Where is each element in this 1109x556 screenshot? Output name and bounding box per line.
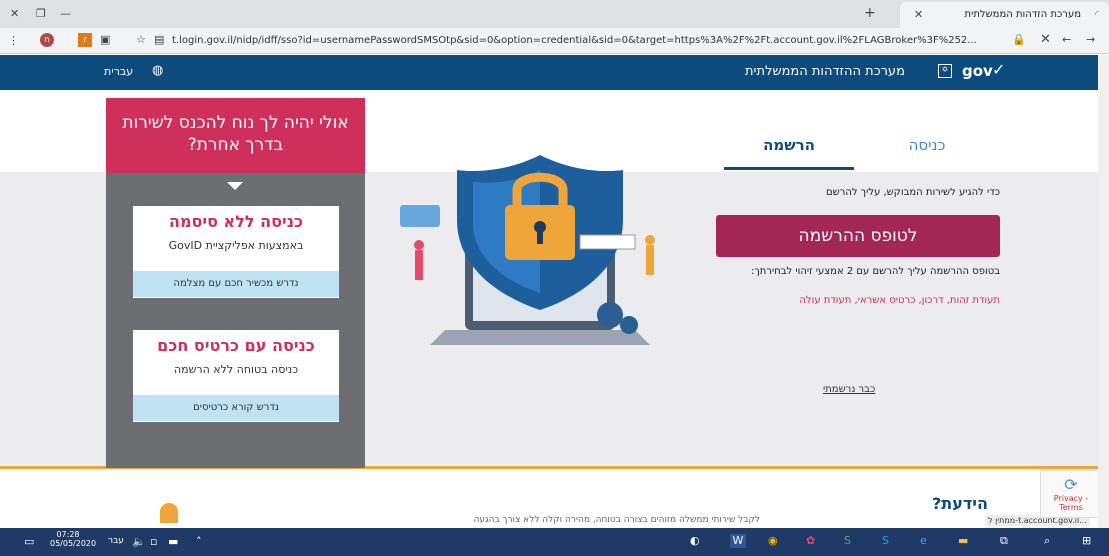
clock[interactable]: 07:28 05/05/2020: [50, 530, 97, 548]
skype-icon[interactable]: S: [882, 534, 889, 548]
gov-logo[interactable]: gov: [962, 62, 993, 80]
url-input[interactable]: t.login.gov.il/nidp/idff/sso?id=username…: [172, 32, 1010, 50]
passwordless-card[interactable]: כניסה ללא סיסמה באמצעות אפליקציית GovID …: [133, 206, 339, 298]
extension-icon[interactable]: r: [78, 33, 92, 47]
language-link[interactable]: עברית: [104, 65, 133, 78]
extension2-icon[interactable]: ▣: [100, 33, 110, 47]
windows-start-icon[interactable]: ⊞: [1082, 534, 1091, 548]
close-window-icon[interactable]: ✕: [10, 7, 19, 21]
already-registered-link[interactable]: כבר נרשמתי: [823, 384, 875, 395]
app2-icon[interactable]: ✿: [806, 534, 815, 548]
smartcard-card[interactable]: כניסה עם כרטיס חכם כניסה בטוחה ללא הרשמה…: [133, 330, 339, 422]
taskbar: ▭ 07:28 05/05/2020 עבר 🔈 ▫ ▬ ˄ ◐ W ◉ ✿ S…: [0, 528, 1109, 556]
restore-window-icon[interactable]: ❐: [36, 7, 46, 21]
profile-avatar-icon[interactable]: n: [40, 33, 54, 47]
star-icon[interactable]: ☆: [136, 33, 146, 47]
search-icon[interactable]: ⌕: [1044, 534, 1050, 548]
card-subtitle: באמצעות אפליקציית GovID: [168, 239, 304, 252]
browser-tab[interactable]: ◜ מערכת הזדהות הממשלתית ✕: [900, 2, 1109, 28]
recaptcha-icon: ⟳: [1064, 475, 1078, 494]
network-icon[interactable]: ▫: [150, 535, 157, 549]
menu-icon[interactable]: ⋮: [8, 34, 19, 48]
close-icon[interactable]: ✕: [1040, 33, 1051, 47]
scrollbar[interactable]: [1098, 55, 1109, 528]
folder-icon[interactable]: ▬: [958, 534, 968, 548]
back-icon[interactable]: ←: [1062, 33, 1071, 47]
show-hidden-icon[interactable]: ˄: [196, 535, 202, 549]
minimize-window-icon[interactable]: —: [60, 7, 71, 21]
tab-register[interactable]: הרשמה: [724, 136, 854, 170]
card-subtitle: כניסה בטוחה ללא הרשמה: [173, 363, 299, 376]
card-title: כניסה עם כרטיס חכם: [157, 336, 315, 355]
check-icon: ✓: [992, 60, 1006, 79]
loading-icon: ◜: [1094, 8, 1099, 21]
app-icon[interactable]: ◐: [690, 534, 700, 548]
app3-icon[interactable]: S: [844, 534, 851, 548]
edge-icon[interactable]: e: [920, 534, 927, 548]
did-you-know-title: הידעת?: [932, 494, 988, 513]
battery-icon[interactable]: ▬: [168, 535, 178, 549]
recaptcha-text: Privacy - Terms: [1053, 494, 1089, 512]
time: 07:28: [56, 530, 80, 539]
volume-icon[interactable]: 🔈: [132, 535, 146, 549]
registration-form-button[interactable]: לטופס ההרשמה: [716, 215, 1000, 257]
register-intro: כדי להגיע לשירות המבוקש, עליך להרשם: [826, 187, 1000, 198]
card-title: כניסה ללא סיסמה: [168, 212, 304, 231]
site-title: מערכת ההזדהות הממשלתית: [745, 64, 905, 79]
keyboard-language[interactable]: עבר: [108, 536, 124, 546]
globe-icon[interactable]: ◍: [152, 63, 163, 78]
recaptcha-badge[interactable]: ⟳ Privacy - Terms: [1040, 470, 1102, 518]
tab-login[interactable]: כניסה: [862, 136, 992, 170]
arrow-down-icon: [227, 182, 243, 190]
word-icon[interactable]: W: [730, 534, 746, 548]
forward-icon[interactable]: →: [1086, 33, 1095, 47]
alternative-login-title: אולי יהיה לך נוח להכנס לשירות בדרך אחרת?: [106, 98, 365, 173]
lock-icon: 🔒: [1012, 33, 1026, 46]
chrome-icon[interactable]: ◉: [768, 534, 778, 548]
date: 05/05/2020: [50, 539, 97, 548]
card-requirement: נדרש קורא כרטיסים: [133, 395, 339, 421]
id-options: תעודת זהות, דרכון, כרטיס אשראי, תעודת עו…: [799, 295, 1000, 306]
page-info-icon[interactable]: ▤: [154, 33, 164, 47]
security-illustration: [400, 155, 655, 345]
close-tab-icon[interactable]: ✕: [914, 8, 923, 22]
notification-icon[interactable]: ▭: [24, 535, 34, 549]
card-requirement: נדרש מכשיר חכם עם מצלמה: [133, 271, 339, 297]
task-view-icon[interactable]: ⧉: [1000, 534, 1008, 548]
did-you-know-text: לקבל שירותי ממשלה מזוהים בצורה בטוחה, מה…: [473, 515, 760, 525]
site-header: עברית ◍ מערכת ההזדהות הממשלתית ✡ gov ✓: [0, 55, 1098, 90]
person-illustration: [160, 503, 178, 523]
register-info: בטופס ההרשמה עליך להרשם עם 2 אמצעי זיהוי…: [751, 266, 1000, 277]
new-tab-icon[interactable]: +: [864, 6, 876, 20]
tab-title: מערכת הזדהות הממשלתית: [964, 9, 1081, 20]
emblem-icon: ✡: [938, 64, 952, 78]
